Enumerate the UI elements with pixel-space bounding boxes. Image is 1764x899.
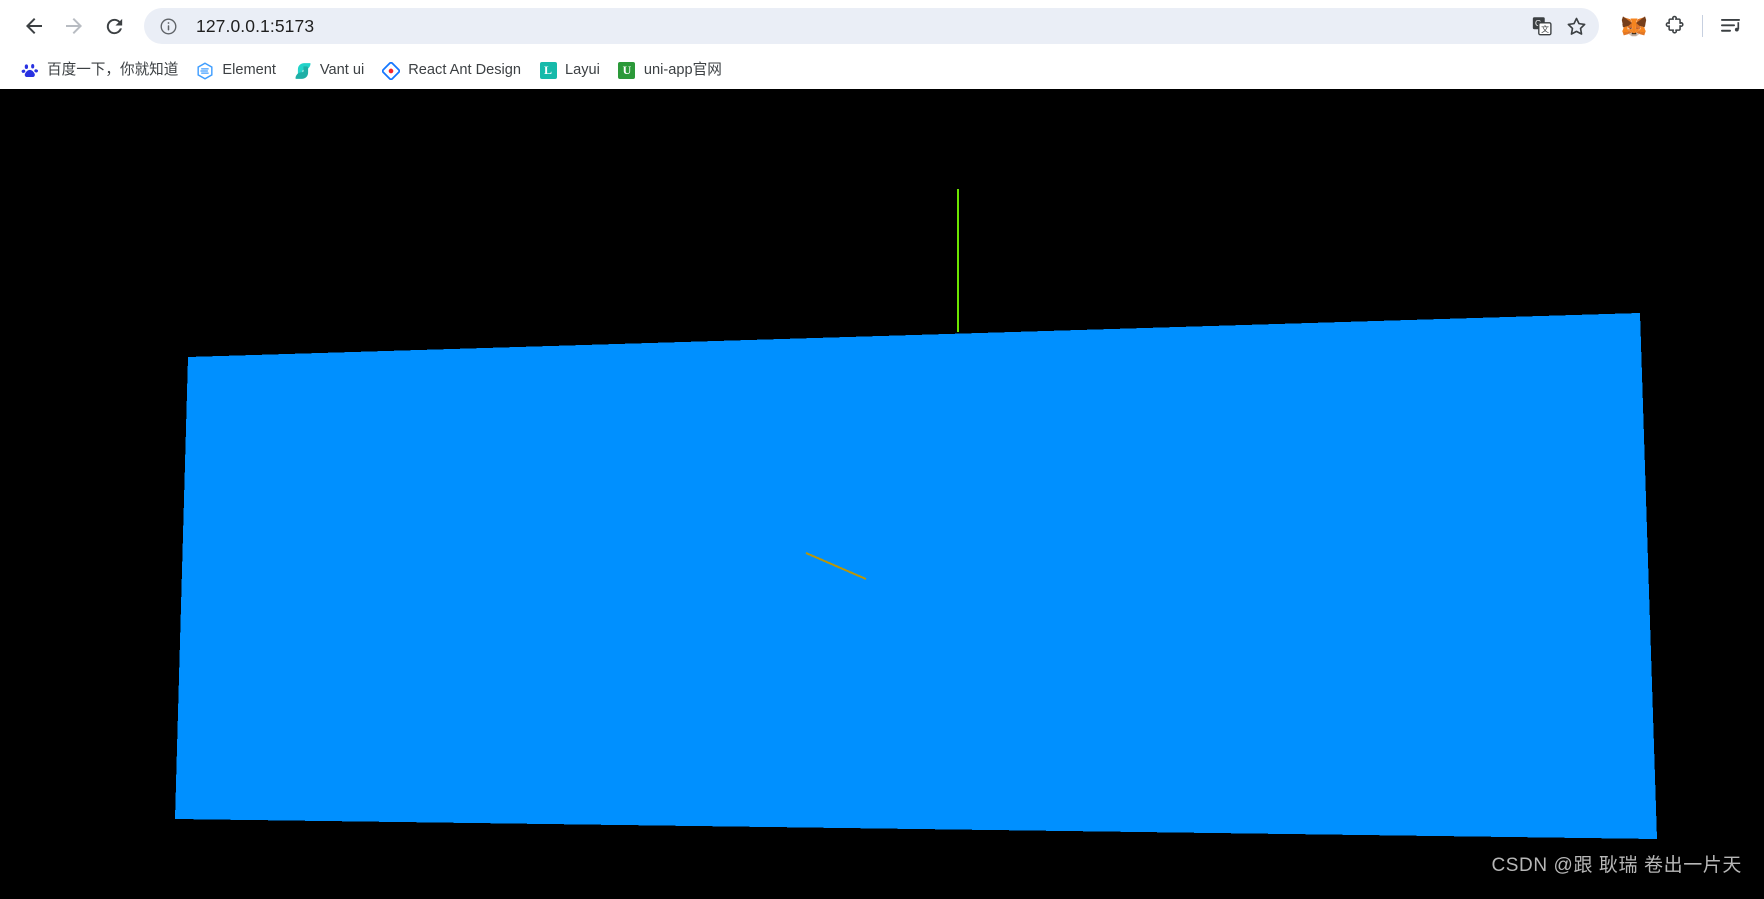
metamask-fox-icon — [1621, 16, 1647, 37]
bookmark-element[interactable]: Element — [187, 57, 285, 85]
star-icon — [1567, 17, 1585, 35]
svg-text:文: 文 — [1541, 24, 1549, 34]
menu-music-note-icon — [1721, 19, 1740, 32]
ant-design-diamond-icon — [382, 61, 401, 80]
omnibox-actions: G 文 — [1525, 9, 1593, 43]
bookmark-label: 百度一下，你就知道 — [47, 62, 179, 79]
arrow-left-icon — [26, 18, 42, 34]
extensions-button[interactable] — [1655, 7, 1693, 45]
site-info-button[interactable] — [153, 11, 183, 41]
page-viewport: CSDN @跟 耿瑞 卷出一片天 — [0, 89, 1764, 899]
bookmarks-bar: 百度一下，你就知道 Element Vant ui React Ant Desi… — [0, 52, 1764, 89]
bookmark-vant-ui[interactable]: Vant ui — [285, 57, 373, 85]
vant-icon — [294, 62, 312, 80]
forward-button[interactable] — [54, 6, 94, 46]
browser-chrome: 127.0.0.1:5173 G 文 — [0, 0, 1764, 89]
bookmark-layui[interactable]: L Layui — [530, 57, 609, 85]
baidu-paw-icon — [21, 62, 39, 80]
reload-icon — [106, 18, 122, 34]
bookmark-star-button[interactable] — [1559, 9, 1593, 43]
layui-icon: L — [539, 62, 557, 80]
uniapp-icon: U — [618, 62, 636, 80]
metamask-extension-button[interactable] — [1615, 7, 1653, 45]
bookmark-label: Element — [222, 62, 276, 79]
bookmark-label: React Ant Design — [408, 62, 522, 79]
csdn-watermark: CSDN @跟 耿瑞 卷出一片天 — [1491, 855, 1742, 876]
chrome-menu-button[interactable] — [1712, 7, 1750, 45]
bookmark-label: uni-app官网 — [643, 62, 722, 79]
uniapp-letter: U — [618, 62, 636, 79]
webgl-render-canvas[interactable] — [0, 89, 1764, 899]
layui-letter: L — [539, 62, 557, 79]
translate-button[interactable]: G 文 — [1525, 9, 1559, 43]
translate-icon: G 文 — [1532, 17, 1552, 36]
omnibox[interactable]: 127.0.0.1:5173 G 文 — [144, 8, 1599, 44]
puzzle-piece-icon — [1665, 15, 1684, 34]
reload-button[interactable] — [94, 6, 134, 46]
toolbar-divider — [1702, 15, 1703, 37]
bookmark-react-ant-design[interactable]: React Ant Design — [373, 57, 530, 85]
info-circle-icon — [160, 18, 176, 34]
browser-toolbar: 127.0.0.1:5173 G 文 — [0, 0, 1764, 52]
bookmark-baidu[interactable]: 百度一下，你就知道 — [12, 57, 187, 85]
back-button[interactable] — [14, 6, 54, 46]
bookmark-label: Vant ui — [319, 62, 365, 79]
url-input[interactable]: 127.0.0.1:5173 — [196, 8, 1525, 44]
toolbar-right-actions — [1605, 7, 1750, 45]
bookmark-label: Layui — [565, 62, 600, 79]
blue-rotated-rectangle — [175, 313, 1657, 839]
bookmark-uniapp[interactable]: U uni-app官网 — [609, 57, 731, 85]
arrow-right-icon — [66, 18, 82, 34]
element-hexagon-icon — [196, 61, 214, 80]
